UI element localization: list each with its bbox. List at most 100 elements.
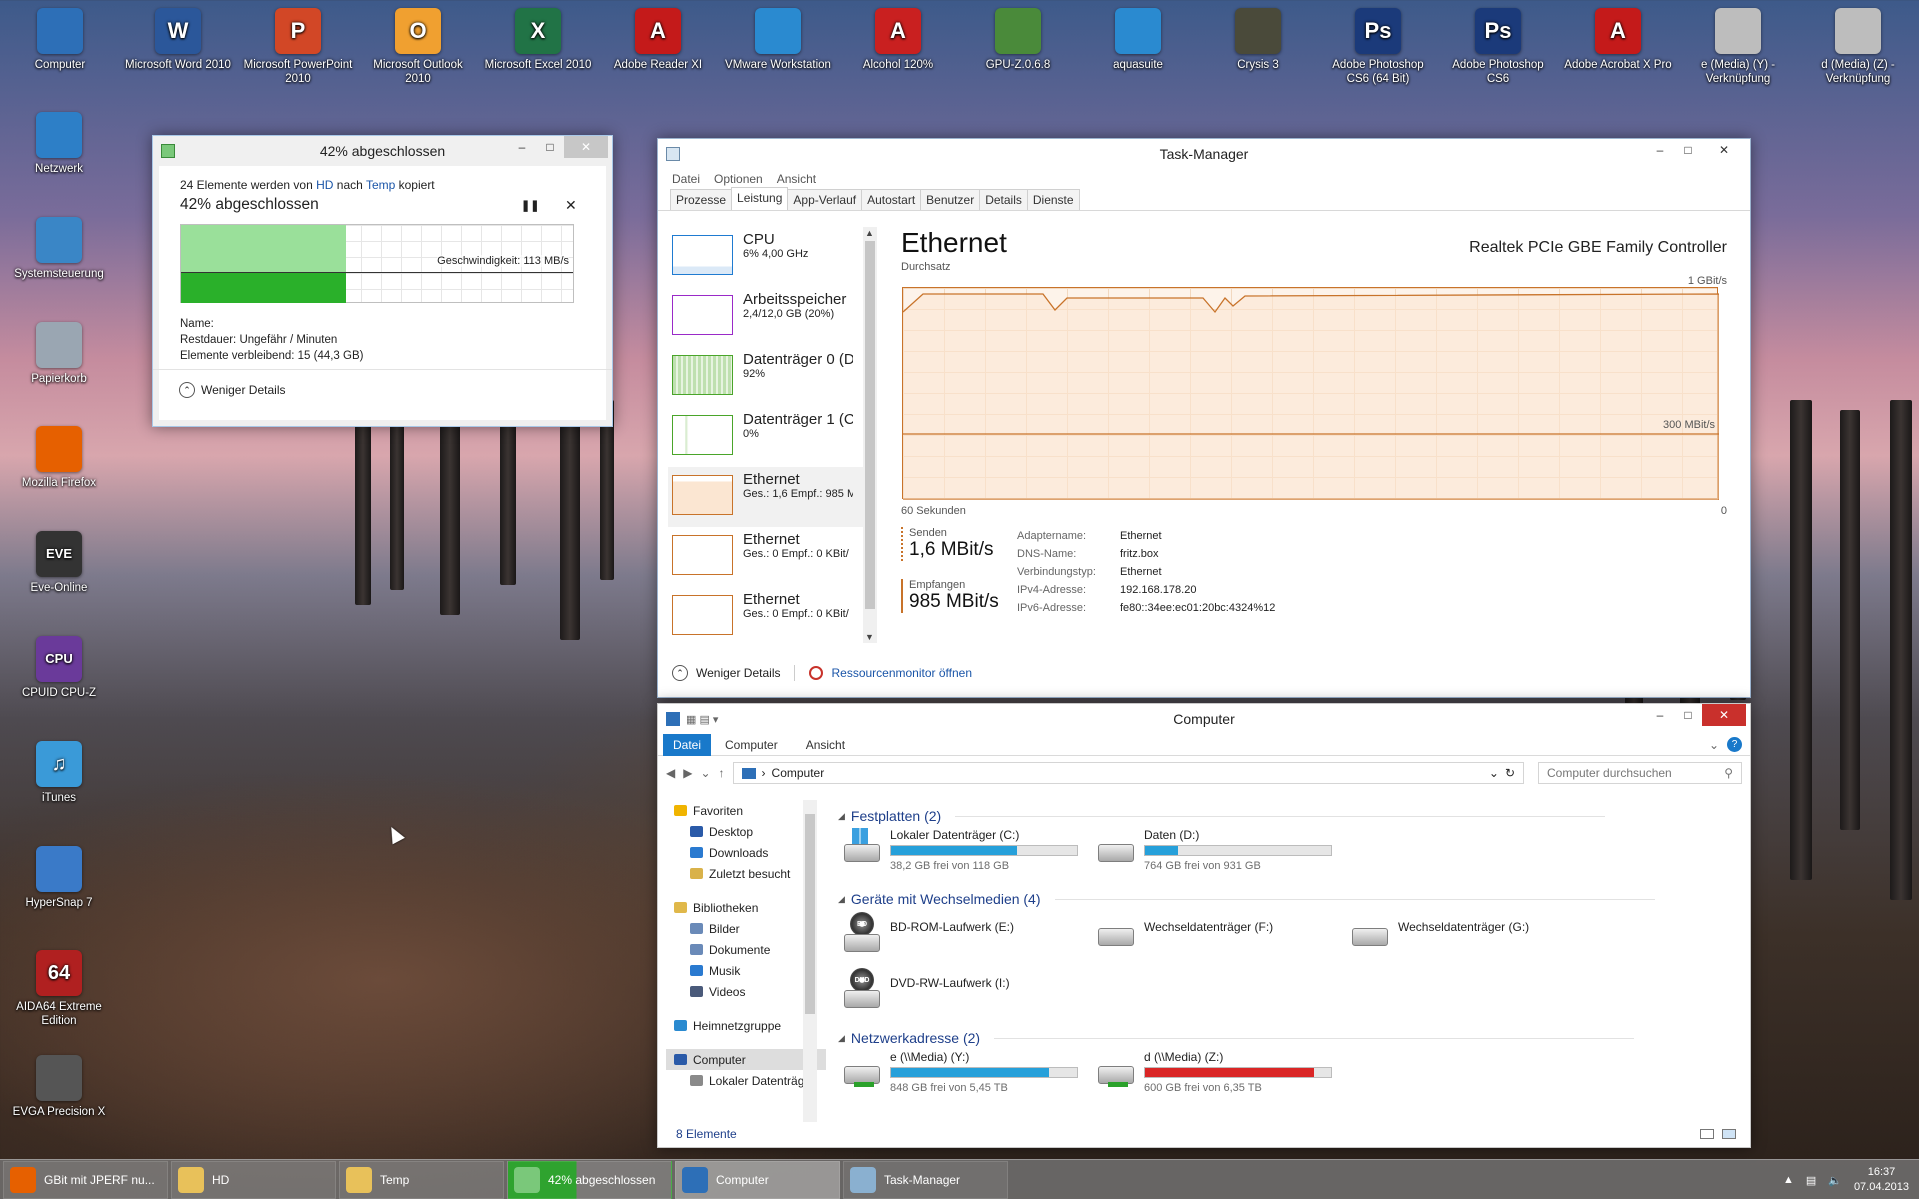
resource-item[interactable]: Arbeitsspeicher 2,4/12,0 GB (20%) [668,287,868,347]
desktop-shortcut[interactable]: P Microsoft PowerPoint 2010 [243,8,353,86]
nav-item[interactable]: Bilder [666,918,826,939]
nav-item[interactable]: Musik [666,960,826,981]
resource-item[interactable]: Ethernet Ges.: 1,6 Empf.: 985 M [668,467,868,527]
drive-i[interactable]: DVD DVD-RW-Laufwerk (I:) [842,968,1010,1008]
desktop-shortcut[interactable]: X Microsoft Excel 2010 [483,8,593,72]
group-festplatten[interactable]: ◢ Festplatten (2) [838,808,1606,824]
desktop-shortcut[interactable]: O Microsoft Outlook 2010 [363,8,473,86]
help-icon[interactable]: ? [1727,737,1742,752]
desktop-shortcut[interactable]: GPU-Z.0.6.8 [963,8,1073,72]
desktop-shortcut[interactable]: Crysis 3 [1203,8,1313,72]
desktop-shortcut[interactable]: Ps Adobe Photoshop CS6 (64 Bit) [1323,8,1433,86]
tray-expand-icon[interactable]: ▲ [1783,1174,1794,1186]
maximize-button[interactable]: □ [536,136,564,158]
nav-scroll-thumb[interactable] [805,814,815,1014]
chevron-down-icon[interactable]: ⌄ [1709,738,1719,752]
tab-details[interactable]: Details [979,189,1028,210]
back-icon[interactable]: ◀ [666,766,675,780]
resource-item[interactable]: Datenträger 0 (D: 92% [668,347,868,407]
copy-titlebar[interactable]: 42% abgeschlossen – □ ✕ [153,136,612,166]
desktop-shortcut[interactable]: e (Media) (Y) - Verknüpfung [1683,8,1793,86]
desktop-shortcut[interactable]: EVE Eve-Online [4,531,114,595]
resource-item[interactable]: Ethernet Ges.: 0 Empf.: 0 KBit/ [668,527,868,587]
forward-icon[interactable]: ▶ [683,766,692,780]
tm-side-scrollbar[interactable]: ▲ ▼ [863,227,877,643]
tab-app-verlauf[interactable]: App-Verlauf [787,189,863,210]
desktop-shortcut[interactable]: A Adobe Reader XI [603,8,713,72]
tm-titlebar[interactable]: Task-Manager – □ ✕ [658,139,1750,169]
desktop-shortcut[interactable]: Papierkorb [4,321,114,386]
nav-scrollbar[interactable] [803,800,817,1122]
search-icon[interactable]: ⚲ [1724,766,1733,780]
drive-e[interactable]: BD BD-ROM-Laufwerk (E:) [842,912,1014,952]
chevron-up-icon[interactable]: ⌃ [672,665,688,681]
cancel-copy-icon[interactable]: ✕ [565,197,577,214]
ribbon-tab-datei[interactable]: Datei [663,733,712,756]
group-wechselmedien[interactable]: ◢ Geräte mit Wechselmedien (4) [838,891,1655,907]
tab-dienste[interactable]: Dienste [1026,189,1080,210]
nav-item[interactable]: Bibliotheken [666,897,826,918]
tab-leistung[interactable]: Leistung [731,187,789,208]
nav-item[interactable]: Computer [666,1049,826,1070]
close-button[interactable]: ✕ [1702,704,1746,726]
desktop-shortcut[interactable]: HyperSnap 7 [4,845,114,910]
minimize-button[interactable]: – [508,136,536,158]
tiles-view-icon[interactable] [1722,1129,1736,1139]
recent-dropdown-icon[interactable]: ⌄ [700,766,710,780]
drive-c[interactable]: Lokaler Datenträger (C:) 38,2 GB frei von… [842,828,1078,872]
up-icon[interactable]: ↑ [719,766,725,780]
scroll-up-icon[interactable]: ▲ [865,228,874,238]
taskbar-button[interactable]: GBit mit JPERF nu... [3,1160,168,1199]
desktop-shortcut[interactable]: A Alcohol 120% [843,8,953,72]
minimize-button[interactable]: – [1646,139,1674,161]
nav-item[interactable]: Favoriten [666,800,826,821]
desktop-shortcut[interactable]: Mozilla Firefox [4,426,114,490]
maximize-button[interactable]: □ [1674,704,1702,726]
ribbon-tab-ansicht[interactable]: Ansicht [792,734,859,756]
drive-z[interactable]: d (\\Media) (Z:) 600 GB frei von 6,35 TB [1096,1050,1332,1094]
menu-datei[interactable]: Datei [672,172,700,186]
search-input[interactable]: Computer durchsuchen ⚲ [1538,762,1742,784]
scroll-down-icon[interactable]: ▼ [865,632,874,642]
taskbar-button[interactable]: HD [171,1160,336,1199]
nav-item[interactable]: Heimnetzgruppe [666,1015,826,1036]
taskbar-button[interactable]: 42% abgeschlossen [507,1160,672,1199]
desktop-shortcut[interactable]: aquasuite [1083,8,1193,72]
nav-item[interactable]: Zuletzt besucht [666,863,826,884]
taskbar-button[interactable]: Computer [675,1160,840,1199]
network-tray-icon[interactable]: ▤ [1806,1174,1816,1187]
drive-g[interactable]: Wechseldatenträger (G:) [1350,912,1529,950]
desktop-shortcut[interactable]: Ps Adobe Photoshop CS6 [1443,8,1553,86]
desktop-shortcut[interactable]: 64 AIDA64 Extreme Edition [4,950,114,1028]
desktop-shortcut[interactable]: Systemsteuerung [4,216,114,281]
desktop-shortcut[interactable]: ♫ iTunes [4,740,114,805]
desktop-shortcut[interactable]: W Microsoft Word 2010 [123,8,233,72]
target-link[interactable]: Temp [366,178,395,192]
tab-prozesse[interactable]: Prozesse [670,189,733,210]
less-details-button[interactable]: Weniger Details [696,666,780,680]
nav-item[interactable]: Desktop [666,821,826,842]
scroll-thumb[interactable] [865,241,875,609]
pause-icon[interactable]: ❚❚ [521,199,539,212]
desktop-shortcut[interactable]: d (Media) (Z) - Verknüpfung [1803,8,1913,86]
chevron-down-icon[interactable]: ⌄ [1489,766,1499,780]
menu-optionen[interactable]: Optionen [714,172,763,186]
taskbar-button[interactable]: Task-Manager [843,1160,1008,1199]
desktop-shortcut[interactable]: VMware Workstation [723,8,833,72]
nav-item[interactable]: Lokaler Datenträger [666,1070,826,1091]
resource-item[interactable]: CPU 6% 4,00 GHz [668,227,868,287]
tab-autostart[interactable]: Autostart [861,189,922,210]
nav-item[interactable]: Videos [666,981,826,1002]
maximize-button[interactable]: □ [1674,139,1702,161]
qat-icons[interactable]: ▦ ▤ ▾ [686,713,718,726]
drive-d[interactable]: Daten (D:) 764 GB frei von 931 GB [1096,828,1332,872]
desktop-shortcut[interactable]: Computer [5,8,115,72]
taskbar-button[interactable]: Temp [339,1160,504,1199]
breadcrumb-computer[interactable]: Computer [772,766,825,780]
clock[interactable]: 16:37 07.04.2013 [1854,1165,1909,1195]
close-button[interactable]: ✕ [564,136,608,158]
address-bar[interactable]: › Computer ⌄ ↻ [732,762,1524,784]
ribbon-tab-computer[interactable]: Computer [711,734,792,756]
tab-benutzer[interactable]: Benutzer [920,189,981,210]
close-button[interactable]: ✕ [1702,139,1746,161]
